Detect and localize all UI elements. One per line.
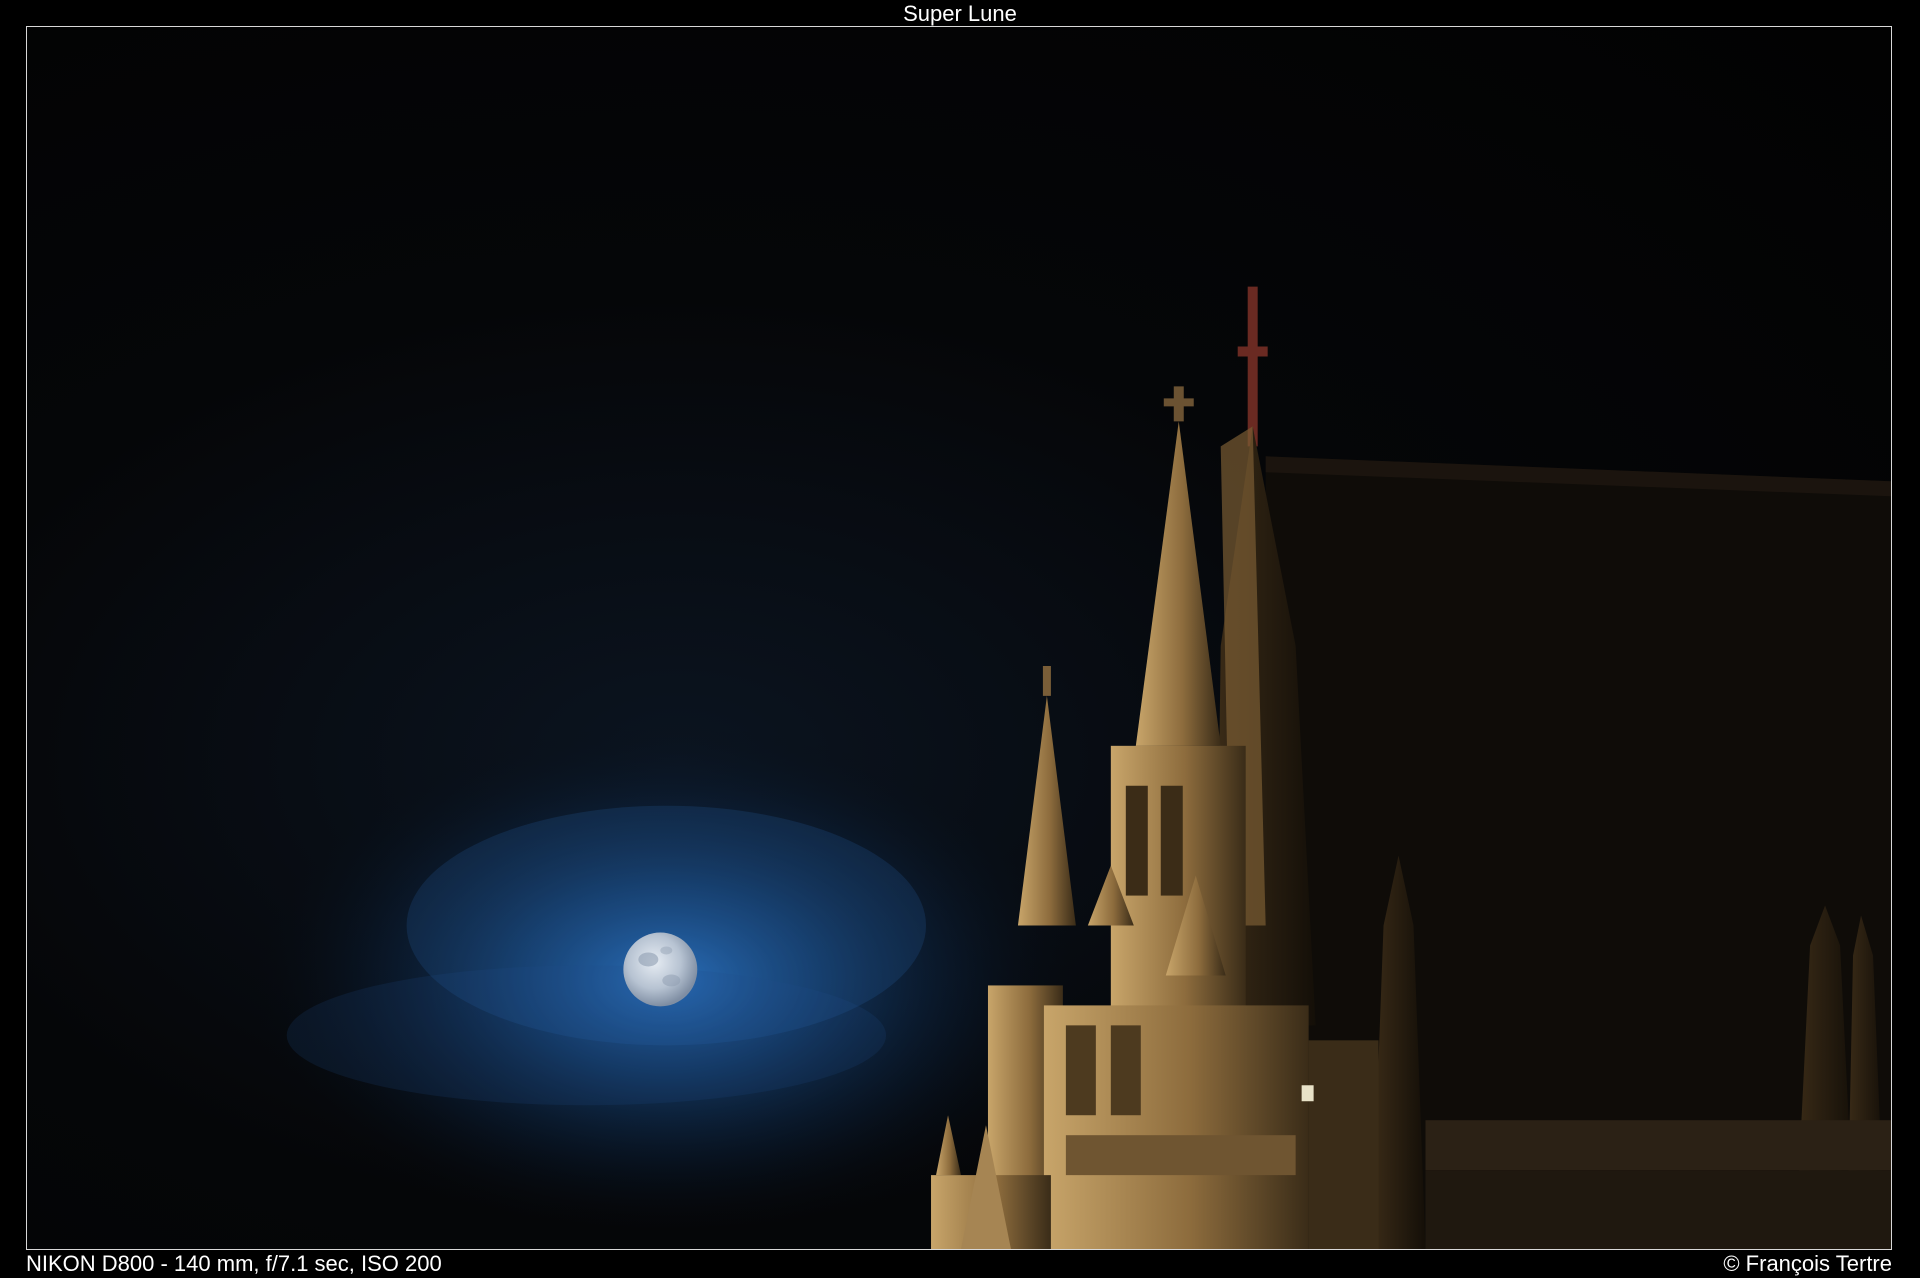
photo-title: Super Lune [903,1,1017,26]
night-sky-cathedral-photo [246,286,1891,1249]
exif-caption: NIKON D800 - 140 mm, f/7.1 sec, ISO 200 [26,1251,442,1276]
cathedral [931,286,1891,1249]
copyright-caption: © François Tertre [1723,1251,1892,1276]
photo-frame [26,26,1892,1250]
moon [623,932,698,1007]
